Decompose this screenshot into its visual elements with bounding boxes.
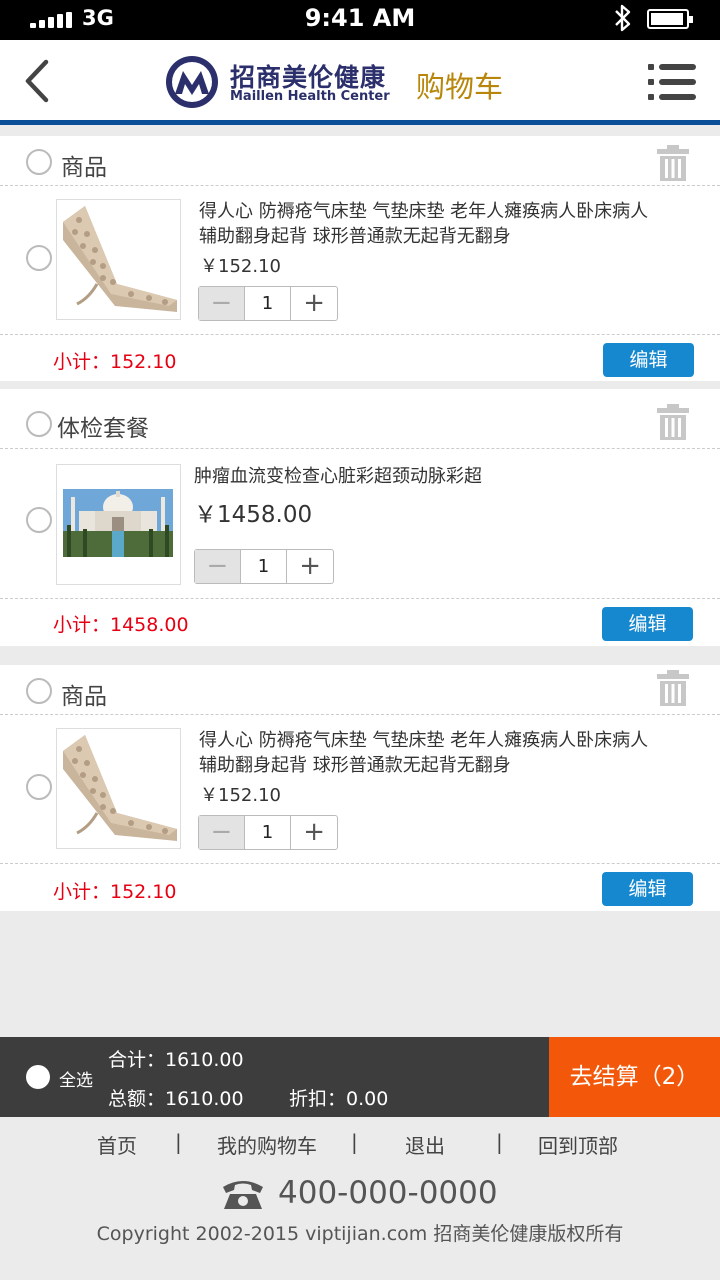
page-title: 购物车	[416, 70, 504, 104]
quantity-stepper: − 1 +	[198, 815, 338, 850]
total-label: 合计：1610.00	[108, 1049, 244, 1071]
product-name-line: 肿瘤血流变检查心脏彩超颈动脉彩超	[194, 466, 482, 487]
edit-button[interactable]: 编辑	[602, 872, 693, 906]
decrease-button[interactable]: −	[199, 816, 245, 849]
item-select-radio[interactable]	[26, 245, 52, 271]
quantity-stepper: − 1 +	[194, 549, 334, 584]
phone-number[interactable]: 400-000-0000	[278, 1175, 498, 1211]
item-select-radio[interactable]	[26, 507, 52, 533]
select-all-label[interactable]: 全选	[59, 1066, 93, 1091]
group-select-radio[interactable]	[26, 149, 52, 175]
checkout-button[interactable]: 去结算（2）	[549, 1037, 720, 1117]
footer-separator: |	[175, 1130, 182, 1154]
trash-icon[interactable]	[656, 144, 690, 182]
footer-link-cart[interactable]: 我的购物车	[217, 1130, 317, 1159]
quantity-input[interactable]: 1	[245, 287, 292, 320]
amount-label: 总额：1610.00	[108, 1088, 244, 1110]
footer-link-top[interactable]: 回到顶部	[538, 1130, 618, 1159]
discount-label: 折扣：0.00	[289, 1088, 389, 1110]
product-image[interactable]	[56, 728, 181, 849]
back-icon[interactable]	[14, 56, 62, 106]
product-name[interactable]: 得人心 防褥疮气床垫 气垫床垫 老年人瘫痪病人卧床病人 辅助翻身起背 球形普通款…	[199, 199, 648, 249]
footer-link-home[interactable]: 首页	[97, 1130, 137, 1159]
divider	[0, 863, 720, 864]
quantity-input[interactable]: 1	[241, 550, 288, 583]
increase-button[interactable]: +	[291, 287, 337, 320]
quantity-input[interactable]: 1	[245, 816, 292, 849]
group-title: 商品	[61, 155, 107, 181]
edit-button[interactable]: 编辑	[603, 343, 694, 377]
trash-icon[interactable]	[656, 669, 690, 707]
product-name[interactable]: 肿瘤血流变检查心脏彩超颈动脉彩超	[194, 464, 482, 489]
subtotal: 小计：1458.00	[53, 614, 189, 636]
footer-nav: 首页 | 我的购物车 | 退出 | 回到顶部	[0, 1130, 720, 1160]
product-name-line: 辅助翻身起背 球形普通款无起背无翻身	[199, 755, 511, 776]
group-header: 商品	[0, 665, 720, 715]
footer-link-logout[interactable]: 退出	[405, 1130, 445, 1159]
status-bar: 3G 9:41 AM	[0, 0, 720, 40]
product-name-line: 得人心 防褥疮气床垫 气垫床垫 老年人瘫痪病人卧床病人	[199, 201, 649, 222]
quantity-stepper: − 1 +	[198, 286, 338, 321]
group-select-radio[interactable]	[26, 678, 52, 704]
product-price: ￥152.10	[200, 256, 281, 277]
decrease-button[interactable]: −	[195, 550, 241, 583]
item-select-radio[interactable]	[26, 774, 52, 800]
decrease-button[interactable]: −	[199, 287, 245, 320]
subtotal: 小计：152.10	[53, 881, 177, 903]
header-divider	[0, 120, 720, 125]
bluetooth-icon	[615, 4, 631, 32]
cart-group: 商品 得人心 防褥疮气床垫 气垫床垫 老年人瘫痪病人卧床病人 辅助翻身起背 球形…	[0, 665, 720, 911]
edit-button[interactable]: 编辑	[602, 607, 693, 641]
menu-icon[interactable]	[646, 60, 698, 104]
group-select-radio[interactable]	[26, 411, 52, 437]
group-header: 体检套餐	[0, 389, 720, 449]
footer-separator: |	[351, 1130, 358, 1154]
product-name-line: 辅助翻身起背 球形普通款无起背无翻身	[199, 226, 511, 247]
select-all-radio[interactable]	[26, 1065, 50, 1089]
app-header: 招商美伦健康 Maillen Health Center 购物车	[0, 40, 720, 120]
product-price: ￥1458.00	[194, 502, 313, 528]
group-title: 体检套餐	[57, 416, 149, 442]
copyright: Copyright 2002-2015 viptijian.com 招商美伦健康…	[96, 1223, 624, 1245]
product-name-line: 得人心 防褥疮气床垫 气垫床垫 老年人瘫痪病人卧床病人	[199, 730, 649, 751]
increase-button[interactable]: +	[291, 816, 337, 849]
divider	[0, 334, 720, 335]
trash-icon[interactable]	[656, 403, 690, 441]
phone-row: 400-000-0000	[0, 1175, 720, 1215]
phone-icon	[223, 1181, 263, 1209]
footer-separator: |	[496, 1130, 503, 1154]
subtotal: 小计：152.10	[53, 351, 177, 373]
group-title: 商品	[61, 684, 107, 710]
brand-name-en: Maillen Health Center	[230, 89, 390, 104]
group-header: 商品	[0, 136, 720, 186]
brand-logo-icon	[166, 56, 218, 108]
divider	[0, 598, 720, 599]
product-name[interactable]: 得人心 防褥疮气床垫 气垫床垫 老年人瘫痪病人卧床病人 辅助翻身起背 球形普通款…	[199, 728, 648, 778]
product-image[interactable]	[56, 199, 181, 320]
battery-icon	[647, 9, 693, 29]
cart-group: 体检套餐 肿瘤血流变检查心脏彩超颈动脉彩超 ￥1458.00 − 1 + 小计：…	[0, 389, 720, 646]
product-image[interactable]	[56, 464, 181, 585]
cart-group: 商品 得人心 防褥疮气床垫 气垫床垫 老年人瘫痪病人卧床病人 辅助翻身起背 球形…	[0, 136, 720, 381]
checkout-bar: 全选 合计：1610.00 总额：1610.00 折扣：0.00 去结算（2）	[0, 1037, 720, 1117]
increase-button[interactable]: +	[287, 550, 333, 583]
product-price: ￥152.10	[200, 785, 281, 806]
